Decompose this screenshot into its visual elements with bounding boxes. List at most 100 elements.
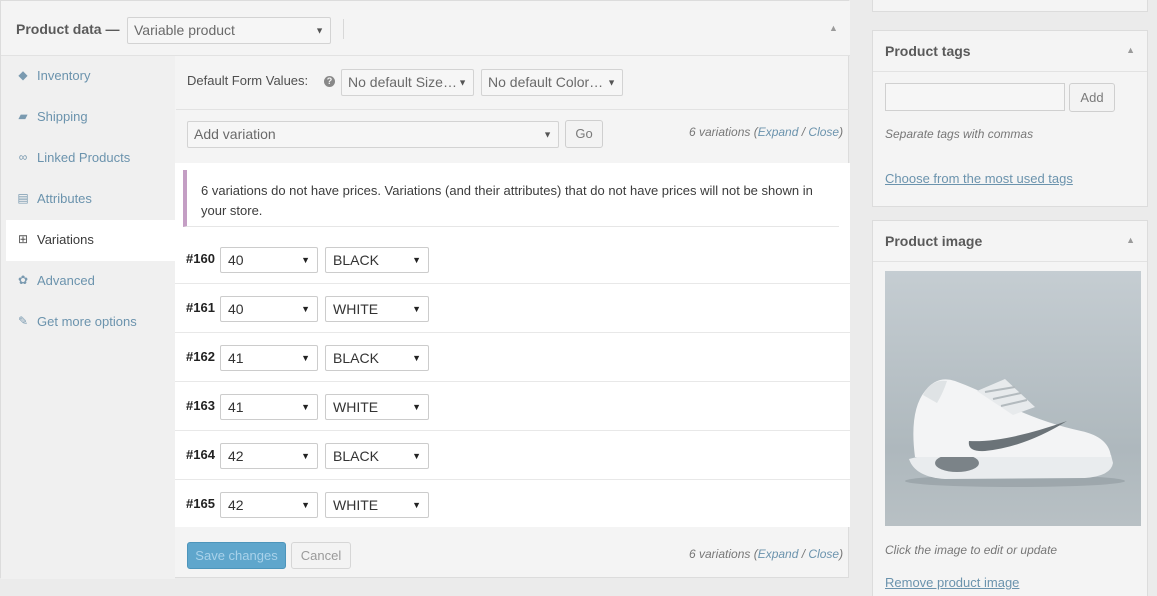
variation-size-select[interactable]: 41 ▼: [220, 345, 318, 371]
tab-variations[interactable]: ⊞ Variations: [6, 220, 175, 261]
expand-link[interactable]: Expand: [758, 547, 799, 561]
tab-label: Advanced: [37, 273, 95, 288]
tag-input[interactable]: [885, 83, 1065, 111]
count-text: 6 variations (: [689, 125, 758, 139]
variation-color-select[interactable]: WHITE ▼: [325, 296, 429, 322]
gear-icon: ✿: [17, 273, 29, 287]
variation-row[interactable]: #161 40 ▼ WHITE ▼: [175, 284, 850, 333]
variation-size-select[interactable]: 42 ▼: [220, 492, 318, 518]
variation-row[interactable]: #162 41 ▼ BLACK ▼: [175, 333, 850, 382]
variation-size-select[interactable]: 40 ▼: [220, 296, 318, 322]
default-size-value: No default Size…: [348, 74, 457, 90]
count-text-end: ): [839, 125, 844, 139]
collapse-toggle-icon[interactable]: ▲: [1126, 45, 1135, 55]
product-data-tabs: ◆ Inventory ▰ Shipping ∞ Linked Products…: [1, 56, 175, 579]
variation-color-select[interactable]: WHITE ▼: [325, 394, 429, 420]
chevron-down-icon: ▼: [412, 451, 421, 461]
chevron-down-icon: ▼: [301, 451, 310, 461]
plug-icon: ✎: [17, 314, 29, 328]
default-color-select[interactable]: No default Color… ▼: [481, 69, 623, 96]
missing-prices-notice: 6 variations do not have prices. Variati…: [183, 170, 839, 227]
product-type-select[interactable]: Variable product ▼: [127, 17, 331, 44]
variation-color-select[interactable]: BLACK ▼: [325, 345, 429, 371]
chevron-down-icon: ▼: [458, 77, 467, 87]
product-type-value: Variable product: [134, 22, 235, 38]
variation-row[interactable]: #164 42 ▼ BLACK ▼: [175, 431, 850, 480]
color-value: BLACK: [333, 448, 379, 464]
variation-size-select[interactable]: 42 ▼: [220, 443, 318, 469]
chevron-down-icon: ▼: [301, 353, 310, 363]
variation-id: #162: [186, 349, 215, 364]
variation-count-top: 6 variations (Expand / Close): [689, 125, 843, 139]
chevron-down-icon: ▼: [301, 402, 310, 412]
tab-linked-products[interactable]: ∞ Linked Products: [1, 138, 175, 179]
chevron-down-icon: ▼: [543, 129, 552, 139]
size-value: 42: [228, 497, 244, 513]
color-value: WHITE: [333, 497, 379, 513]
add-variation-select[interactable]: Add variation ▼: [187, 121, 559, 148]
box-divider: [873, 71, 1147, 72]
chevron-down-icon: ▼: [412, 353, 421, 363]
chevron-down-icon: ▼: [301, 255, 310, 265]
tab-shipping[interactable]: ▰ Shipping: [1, 97, 175, 138]
count-text: 6 variations (: [689, 547, 758, 561]
go-button[interactable]: Go: [565, 120, 603, 148]
chevron-down-icon: ▼: [412, 402, 421, 412]
variation-size-select[interactable]: 40 ▼: [220, 247, 318, 273]
variation-id: #160: [186, 251, 215, 266]
default-form-values-label: Default Form Values:: [187, 73, 309, 88]
color-value: BLACK: [333, 350, 379, 366]
save-changes-button[interactable]: Save changes: [187, 542, 286, 569]
tab-label: Shipping: [37, 109, 88, 124]
variation-color-select[interactable]: BLACK ▼: [325, 443, 429, 469]
variation-color-select[interactable]: BLACK ▼: [325, 247, 429, 273]
add-tag-label: Add: [1080, 90, 1104, 105]
expand-link[interactable]: Expand: [758, 125, 799, 139]
variation-color-select[interactable]: WHITE ▼: [325, 492, 429, 518]
tab-inventory[interactable]: ◆ Inventory: [1, 56, 175, 97]
chevron-down-icon: ▼: [607, 77, 616, 87]
variation-row[interactable]: #163 41 ▼ WHITE ▼: [175, 382, 850, 431]
variation-id: #163: [186, 398, 215, 413]
add-tag-button[interactable]: Add: [1069, 83, 1115, 112]
default-size-select[interactable]: No default Size… ▼: [341, 69, 474, 96]
help-icon[interactable]: ?: [324, 76, 335, 87]
size-value: 40: [228, 301, 244, 317]
box-divider: [873, 261, 1147, 262]
variation-id: #165: [186, 496, 215, 511]
variation-size-select[interactable]: 41 ▼: [220, 394, 318, 420]
product-data-title: Product data —: [16, 21, 120, 37]
tab-label: Get more options: [37, 314, 137, 329]
list-icon: ▤: [17, 191, 29, 205]
tab-get-more-options[interactable]: ✎ Get more options: [1, 302, 175, 343]
size-value: 40: [228, 252, 244, 268]
variation-row[interactable]: #165 42 ▼ WHITE ▼: [175, 480, 850, 529]
slash-text: /: [798, 125, 809, 139]
color-value: WHITE: [333, 301, 379, 317]
cancel-button[interactable]: Cancel: [291, 542, 351, 569]
product-image[interactable]: [885, 271, 1141, 526]
remove-image-link[interactable]: Remove product image: [885, 575, 1019, 590]
tab-label: Linked Products: [37, 150, 131, 165]
product-tags-box: Product tags ▲ Add Separate tags with co…: [872, 30, 1148, 207]
image-hint: Click the image to edit or update: [885, 543, 1058, 557]
variation-id: #164: [186, 447, 215, 462]
size-value: 42: [228, 448, 244, 464]
slash-text: /: [798, 547, 809, 561]
tab-attributes[interactable]: ▤ Attributes: [1, 179, 175, 220]
tab-label: Inventory: [37, 68, 91, 83]
tab-advanced[interactable]: ✿ Advanced: [1, 261, 175, 302]
variation-id: #161: [186, 300, 215, 315]
size-value: 41: [228, 350, 244, 366]
variation-row[interactable]: #160 40 ▼ BLACK ▼: [175, 235, 850, 284]
product-image-title: Product image: [885, 233, 983, 249]
collapse-toggle-icon[interactable]: ▲: [1126, 235, 1135, 245]
go-button-label: Go: [575, 126, 593, 141]
close-link[interactable]: Close: [808, 125, 839, 139]
chevron-down-icon: ▼: [412, 255, 421, 265]
most-used-tags-link[interactable]: Choose from the most used tags: [885, 171, 1073, 186]
close-link[interactable]: Close: [808, 547, 839, 561]
product-image-box: Product image ▲ Click the image to edit …: [872, 220, 1148, 596]
collapse-toggle-icon[interactable]: ▲: [829, 23, 838, 33]
chevron-down-icon: ▼: [301, 500, 310, 510]
